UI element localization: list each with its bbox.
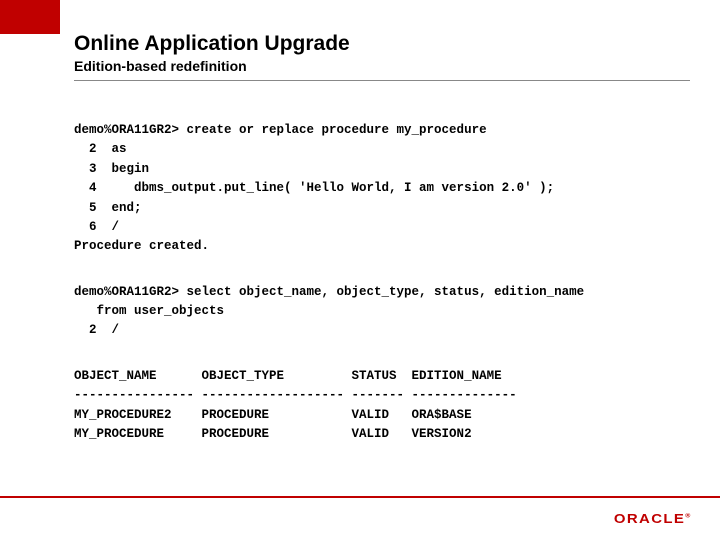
oracle-logo: ORACLE® bbox=[614, 511, 692, 526]
slide-subtitle: Edition-based redefinition bbox=[74, 58, 690, 81]
code-block-select-query: demo%ORA11GR2> select object_name, objec… bbox=[74, 283, 690, 341]
oracle-logo-text: ORACLE bbox=[614, 511, 685, 526]
slide-title: Online Application Upgrade bbox=[74, 32, 690, 56]
code-block-create-procedure: demo%ORA11GR2> create or replace procedu… bbox=[74, 121, 690, 257]
footer-divider bbox=[0, 496, 720, 498]
slide-content: Online Application Upgrade Edition-based… bbox=[74, 32, 690, 470]
red-accent-block bbox=[0, 0, 60, 34]
code-block-result-table: OBJECT_NAME OBJECT_TYPE STATUS EDITION_N… bbox=[74, 367, 690, 445]
